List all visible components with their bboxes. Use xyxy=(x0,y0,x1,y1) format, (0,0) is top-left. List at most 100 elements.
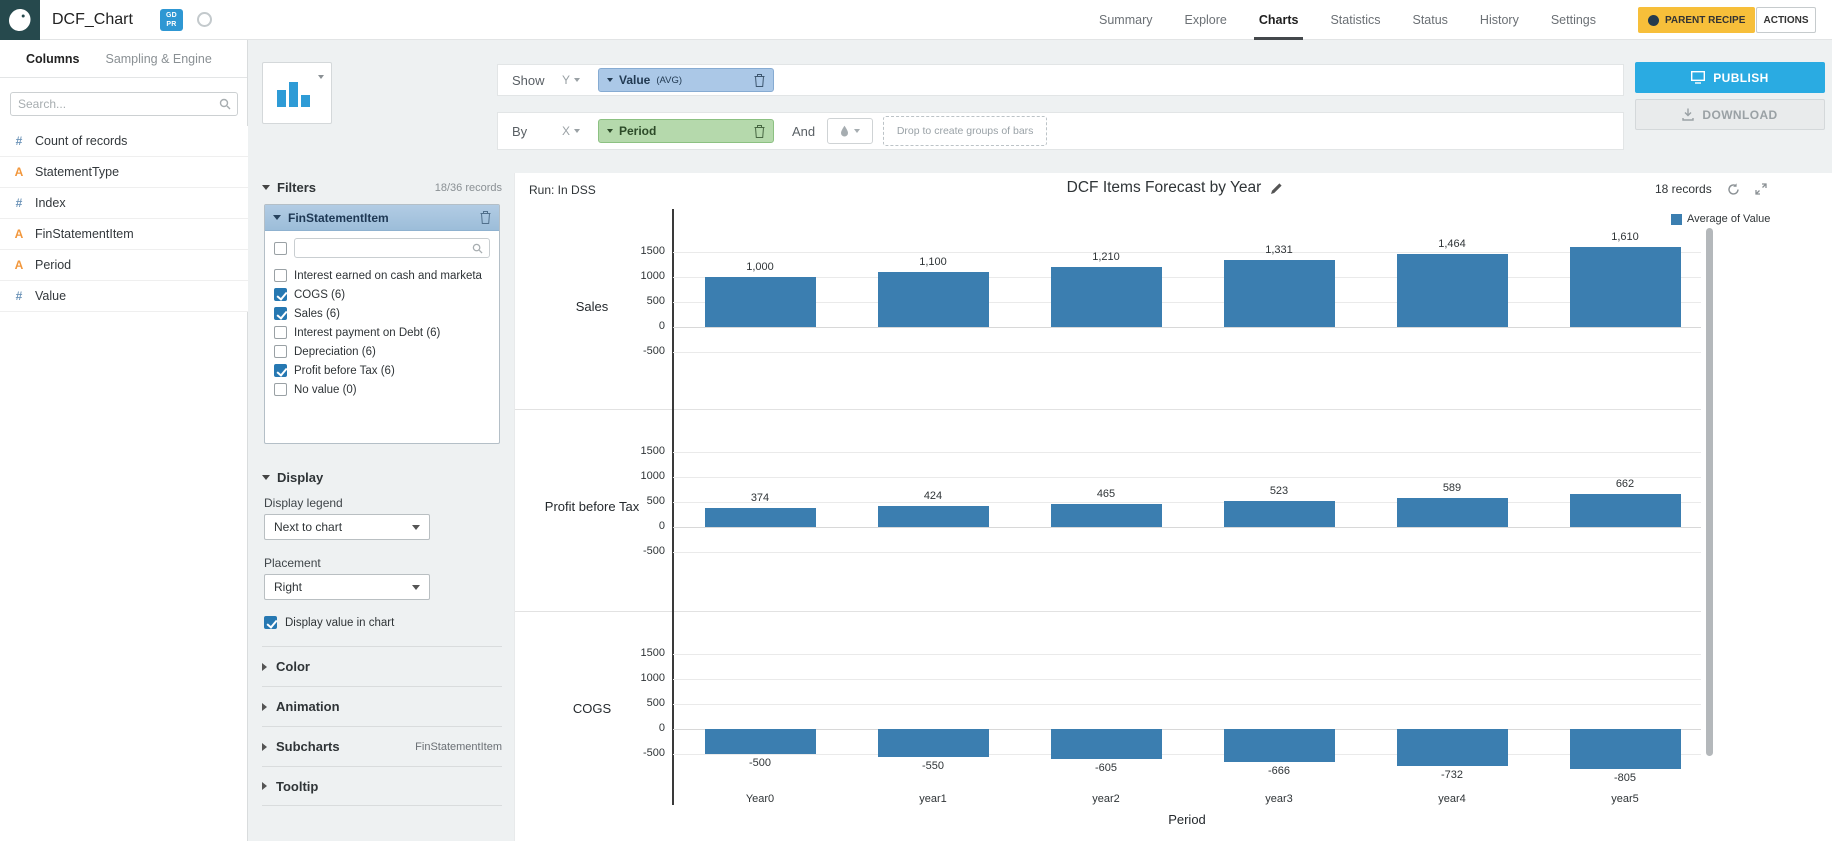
group-bars-dropzone[interactable]: Drop to create groups of bars xyxy=(883,116,1048,146)
bar[interactable] xyxy=(1050,266,1162,327)
status-ring-icon[interactable] xyxy=(197,12,212,27)
filter-item-label: Profit before Tax (6) xyxy=(294,364,395,377)
by-row: By X Period And Drop to create groups of… xyxy=(497,112,1624,150)
bar[interactable] xyxy=(1396,497,1508,527)
bar[interactable] xyxy=(1396,253,1508,327)
bar[interactable] xyxy=(1223,260,1335,327)
search-input[interactable] xyxy=(11,97,219,111)
gridline xyxy=(673,729,1701,730)
bar-value-label: -805 xyxy=(1613,772,1637,785)
publish-button[interactable]: PUBLISH xyxy=(1635,62,1825,93)
section-title: Subcharts xyxy=(276,739,340,754)
filter-item[interactable]: COGS (6) xyxy=(274,285,490,304)
checkbox[interactable] xyxy=(274,307,287,320)
section-color[interactable]: Color xyxy=(262,646,502,686)
filter-item[interactable]: No value (0) xyxy=(274,380,490,399)
bar-chart-icon xyxy=(277,82,310,107)
filter-card-header[interactable]: FinStatementItem xyxy=(265,205,499,231)
bar[interactable] xyxy=(704,508,816,527)
gdpr-badge[interactable]: GD PR xyxy=(160,9,183,31)
chevron-down-icon xyxy=(318,75,324,79)
checkbox[interactable] xyxy=(274,288,287,301)
filter-item[interactable]: Depreciation (6) xyxy=(274,342,490,361)
bar[interactable] xyxy=(1569,729,1681,770)
filter-item-label: Sales (6) xyxy=(294,307,341,320)
section-tooltip[interactable]: Tooltip xyxy=(262,766,502,806)
column-item[interactable]: A FinStatementItem xyxy=(0,219,248,250)
gdpr-badge-top: GD xyxy=(165,11,178,19)
column-item[interactable]: # Count of records xyxy=(0,126,248,157)
publish-label: PUBLISH xyxy=(1713,70,1769,85)
filter-item[interactable]: Profit before Tax (6) xyxy=(274,361,490,380)
trash-icon[interactable] xyxy=(754,124,765,138)
x-value-pill[interactable]: Period xyxy=(598,119,774,143)
bar[interactable] xyxy=(704,277,816,327)
nav-tab-status[interactable]: Status xyxy=(1412,0,1447,40)
checkbox[interactable] xyxy=(274,345,287,358)
x-axis-dropdown[interactable]: X xyxy=(562,124,590,138)
column-item[interactable]: A Period xyxy=(0,250,248,281)
column-item[interactable]: # Value xyxy=(0,281,248,312)
checkbox[interactable] xyxy=(274,326,287,339)
bar[interactable] xyxy=(877,505,989,527)
download-button[interactable]: DOWNLOAD xyxy=(1635,99,1825,130)
nav-tab-summary[interactable]: Summary xyxy=(1099,0,1152,40)
chevron-down-icon xyxy=(607,129,613,133)
trash-icon[interactable] xyxy=(754,73,765,87)
y-value-pill[interactable]: Value (AVG) xyxy=(598,68,774,92)
nav-tab-charts[interactable]: Charts xyxy=(1253,0,1304,40)
chart-type-picker[interactable] xyxy=(262,62,332,124)
bar[interactable] xyxy=(1223,729,1335,763)
bar[interactable] xyxy=(1396,729,1508,766)
bar[interactable] xyxy=(1569,246,1681,327)
filter-item[interactable]: Sales (6) xyxy=(274,304,490,323)
bar[interactable] xyxy=(704,729,816,754)
bar[interactable] xyxy=(877,272,989,327)
nav-tab-statistics[interactable]: Statistics xyxy=(1330,0,1380,40)
nav-tab-settings[interactable]: Settings xyxy=(1551,0,1596,40)
bar[interactable] xyxy=(1569,493,1681,527)
select-all-checkbox[interactable] xyxy=(274,241,287,255)
text-type-icon: A xyxy=(14,165,24,179)
chevron-right-icon xyxy=(262,702,267,711)
filter-item[interactable]: Interest earned on cash and marketa xyxy=(274,266,490,285)
filters-section-header[interactable]: Filters 18/36 records xyxy=(262,180,502,195)
display-value-row[interactable]: Display value in chart xyxy=(264,616,394,629)
bar[interactable] xyxy=(1223,500,1335,527)
parent-recipe-button[interactable]: PARENT RECIPE xyxy=(1638,7,1756,33)
filter-search-input[interactable] xyxy=(301,242,472,254)
checkbox[interactable] xyxy=(274,364,287,377)
display-legend-select[interactable]: Next to chart xyxy=(264,514,430,540)
filter-search-box xyxy=(294,238,490,258)
y-axis-dropdown[interactable]: Y xyxy=(562,73,590,87)
checkbox[interactable] xyxy=(274,383,287,396)
gridline xyxy=(673,679,1701,680)
filter-items: Interest earned on cash and marketa COGS … xyxy=(274,266,490,399)
section-subcharts[interactable]: Subcharts FinStatementItem xyxy=(262,726,502,766)
actions-button[interactable]: ACTIONS xyxy=(1756,7,1816,33)
nav-tab-explore[interactable]: Explore xyxy=(1184,0,1226,40)
bar-value-label: 1,331 xyxy=(1265,244,1293,257)
bar[interactable] xyxy=(1050,503,1162,527)
placement-select[interactable]: Right xyxy=(264,574,430,600)
filter-item[interactable]: Interest payment on Debt (6) xyxy=(274,323,490,342)
x-tick-label: year5 xyxy=(1611,793,1639,805)
color-droplet-dropdown[interactable] xyxy=(827,118,874,144)
checkbox[interactable] xyxy=(274,269,287,282)
topbar: DCF_Chart GD PR Summary Explore Charts Stat… xyxy=(0,0,1832,40)
display-value-checkbox[interactable] xyxy=(264,616,277,629)
section-animation[interactable]: Animation xyxy=(262,686,502,726)
column-item[interactable]: A StatementType xyxy=(0,157,248,188)
filter-item-label: Depreciation (6) xyxy=(294,345,376,358)
tab-columns[interactable]: Columns xyxy=(26,52,79,66)
dataiku-logo-icon[interactable] xyxy=(0,0,40,40)
bar[interactable] xyxy=(877,729,989,757)
display-section-header[interactable]: Display xyxy=(262,470,323,485)
chart-scrollbar[interactable] xyxy=(1706,228,1713,756)
trash-icon[interactable] xyxy=(480,211,491,224)
column-item[interactable]: # Index xyxy=(0,188,248,219)
chevron-down-icon xyxy=(607,78,613,82)
tab-sampling-engine[interactable]: Sampling & Engine xyxy=(105,52,211,66)
nav-tab-history[interactable]: History xyxy=(1480,0,1519,40)
bar[interactable] xyxy=(1050,729,1162,760)
